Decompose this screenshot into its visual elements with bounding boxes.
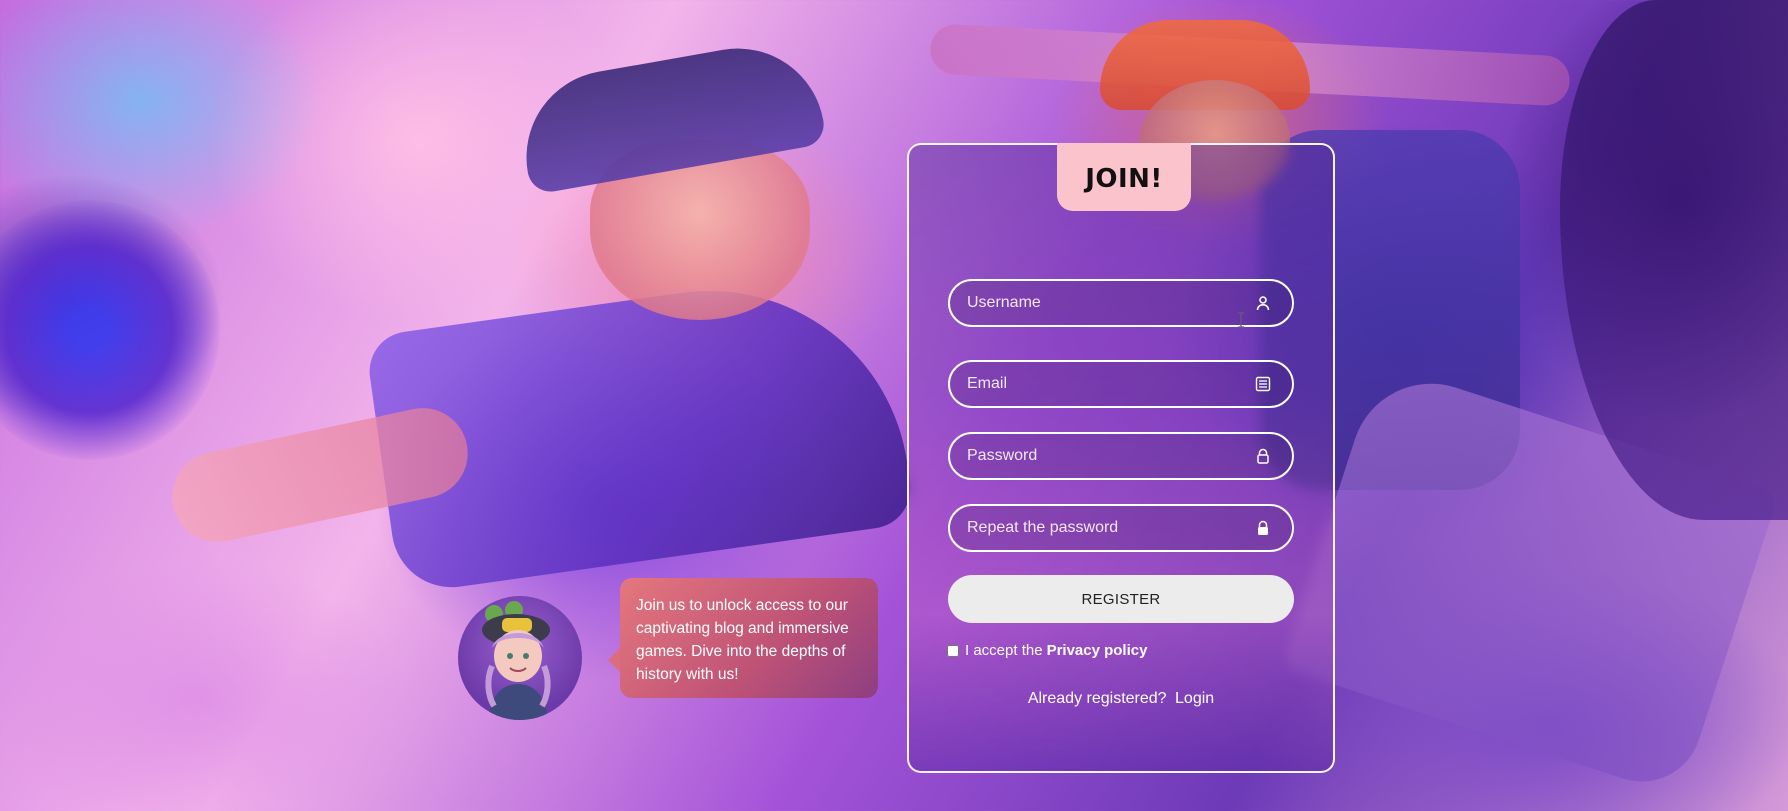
registration-card: JOIN! REGISTER I accept the Privacy poli… — [907, 143, 1335, 773]
lock-filled-icon — [1254, 519, 1272, 537]
register-button[interactable]: REGISTER — [948, 575, 1294, 623]
password-input[interactable] — [950, 434, 1292, 478]
email-list-icon — [1254, 375, 1272, 393]
privacy-label: I accept the — [965, 642, 1043, 659]
repeat-password-input[interactable] — [950, 506, 1292, 550]
repeat-password-field[interactable] — [948, 504, 1294, 552]
privacy-consent[interactable]: I accept the Privacy policy — [947, 642, 1147, 659]
background-character-cap — [512, 34, 828, 196]
user-icon — [1254, 294, 1272, 312]
background-shadow-figure — [1560, 0, 1788, 520]
login-prompt: Already registered? Login — [909, 690, 1333, 708]
card-title-tab: JOIN! — [1057, 143, 1191, 211]
privacy-policy-link[interactable]: Privacy policy — [1047, 642, 1148, 659]
text-cursor-icon — [1238, 312, 1244, 328]
background-blue-flame — [0, 200, 220, 460]
background-second-character-legs — [1280, 362, 1780, 798]
background-character-arm — [163, 399, 477, 551]
background-character-face — [590, 140, 810, 320]
email-input[interactable] — [950, 362, 1292, 406]
mascot-message: Join us to unlock access to our captivat… — [636, 597, 849, 683]
background-second-character-hat — [1100, 20, 1310, 110]
mascot-illustration — [482, 601, 551, 720]
login-prompt-text: Already registered? — [1027, 690, 1167, 707]
login-link[interactable]: Login — [1175, 690, 1214, 707]
password-field[interactable] — [948, 432, 1294, 480]
card-title: JOIN! — [1085, 164, 1163, 194]
privacy-checkbox[interactable] — [947, 644, 959, 657]
mascot-speech-bubble: Join us to unlock access to our captivat… — [608, 578, 878, 698]
lock-icon — [1254, 447, 1272, 465]
background-character-coat — [364, 265, 916, 595]
email-field[interactable] — [948, 360, 1294, 408]
background-club — [929, 23, 1571, 107]
mascot-avatar — [458, 596, 582, 720]
